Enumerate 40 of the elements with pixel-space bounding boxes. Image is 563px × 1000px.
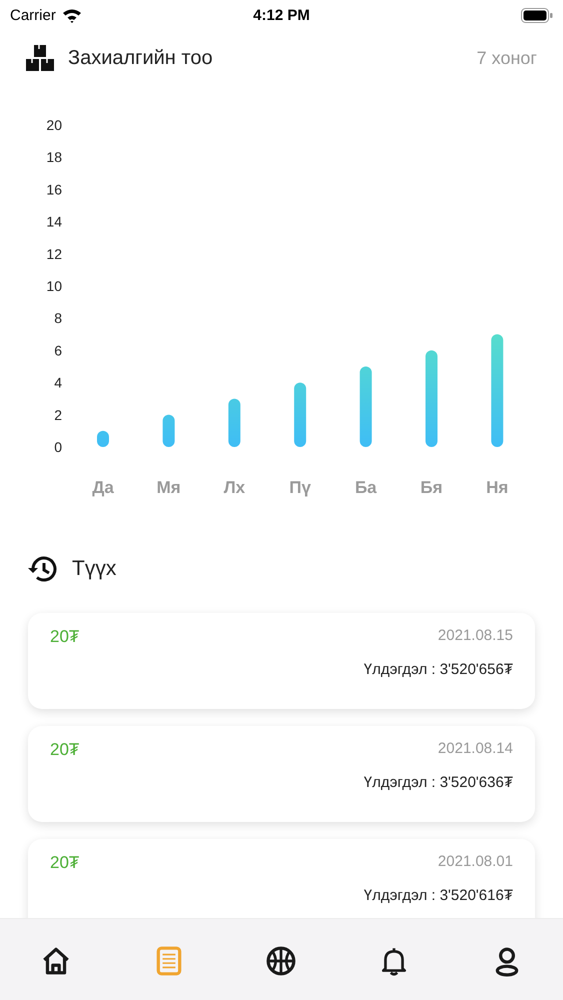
chart-bar (97, 430, 109, 447)
date-text: 2021.08.01 (438, 853, 513, 872)
chart-bar (228, 398, 240, 447)
balance-text: Үлдэгдэл : 3'520'616₮ (364, 887, 513, 904)
axis-tick-label: 16 (46, 181, 62, 198)
axis-tick-label: 2 (54, 406, 62, 423)
axis-tick-label: 12 (46, 246, 62, 262)
battery-icon (521, 8, 553, 22)
axis-category-label: Ня (486, 478, 508, 497)
axis-tick-label: 14 (46, 214, 62, 230)
chart-bar (294, 382, 306, 447)
amount-text: 20₮ (50, 853, 80, 873)
balance-text: Үлдэгдэл : 3'520'656₮ (364, 661, 513, 678)
section-title: Захиалгийн тоо (68, 46, 213, 70)
period-label: 7 хоног (476, 48, 537, 68)
axis-tick-label: 18 (46, 149, 62, 166)
carrier-label: Carrier (10, 6, 56, 24)
chart-bar (162, 414, 175, 447)
amount-text: 20₮ (50, 740, 80, 760)
clock-time: 4:12 PM (253, 6, 310, 24)
balance-text: Үлдэгдэл : 3'520'636₮ (364, 774, 513, 791)
date-text: 2021.08.15 (438, 627, 513, 646)
axis-category-label: Пү (289, 478, 311, 497)
amount-text: 20₮ (50, 627, 80, 647)
axis-category-label: Мя (156, 478, 181, 497)
axis-category-label: Бя (420, 478, 443, 497)
axis-tick-label: 10 (46, 278, 62, 294)
axis-category-label: Ба (354, 478, 377, 497)
axis-tick-label: 6 (54, 342, 62, 358)
axis-tick-label: 8 (54, 310, 62, 326)
axis-category-label: Лх (224, 478, 246, 497)
history-icon (28, 555, 58, 583)
axis-category-label: Да (92, 478, 114, 497)
axis-tick-label: 20 (46, 117, 62, 133)
boxes-icon (26, 44, 54, 72)
date-text: 2021.08.14 (438, 740, 513, 759)
axis-tick-label: 0 (54, 439, 62, 455)
wifi-icon (62, 8, 82, 22)
section-title: Түүх (72, 557, 116, 581)
axis-tick-label: 4 (54, 374, 62, 391)
